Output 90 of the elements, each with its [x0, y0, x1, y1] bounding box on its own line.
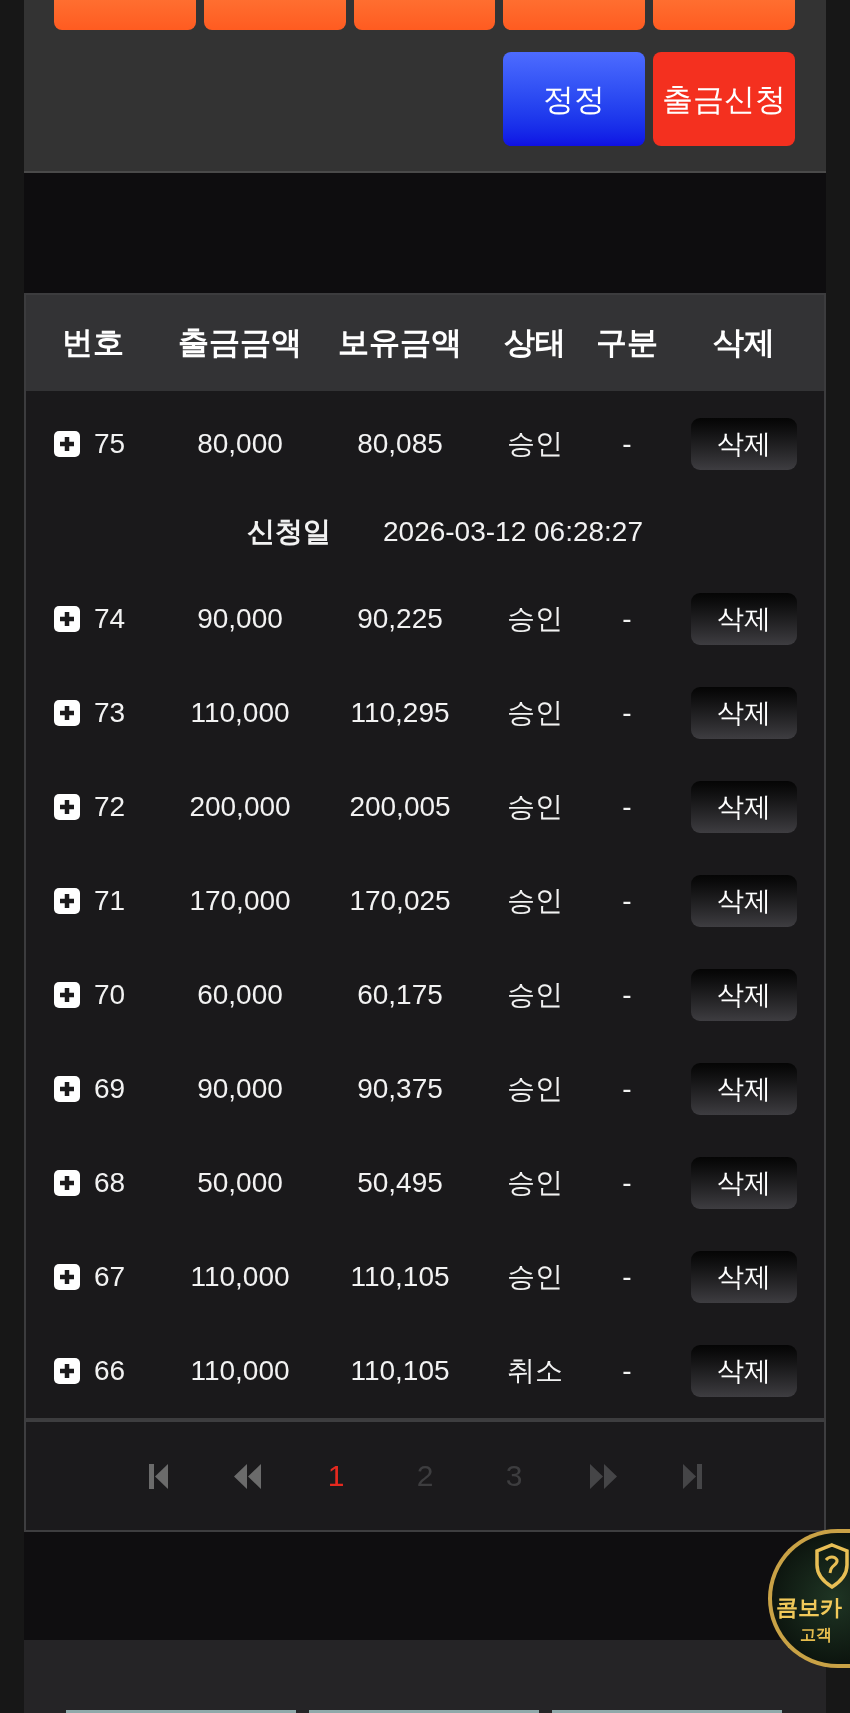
table-cell-text: 승인: [507, 1260, 563, 1294]
column-header: 번호: [61, 323, 125, 362]
expand-icon[interactable]: [54, 1170, 80, 1196]
table-cell-text: 90,000: [197, 602, 283, 636]
table-cell-text: -: [622, 978, 632, 1012]
table-cell-text: 74: [94, 602, 126, 636]
table-cell-text: 승인: [507, 884, 563, 918]
table-cell-text: 승인: [507, 696, 563, 730]
shield-icon: [815, 1543, 849, 1589]
expand-icon[interactable]: [54, 982, 80, 1008]
table-cell-text: 72: [94, 790, 126, 824]
expand-icon[interactable]: [54, 431, 80, 457]
skip-to-end-icon: [682, 1463, 702, 1489]
expand-icon[interactable]: [54, 888, 80, 914]
table-cell-text: 90,225: [357, 602, 443, 636]
table-cell-text: 110,105: [350, 1260, 450, 1294]
table-cell-text: 69: [94, 1072, 126, 1106]
table-cell-text: 승인: [507, 1166, 563, 1200]
table-cell-text: 200,000: [189, 790, 291, 824]
skip-to-start-icon: [148, 1463, 168, 1489]
table-cell-text: 170,025: [349, 884, 451, 918]
delete-button[interactable]: 삭제: [691, 687, 797, 739]
expand-icon[interactable]: [54, 700, 80, 726]
table-cell-text: -: [622, 1260, 632, 1294]
table-cell-text: 110,000: [190, 696, 290, 730]
expand-icon[interactable]: [54, 606, 80, 632]
column-header: 구분: [595, 323, 659, 362]
table-cell-text: -: [622, 1072, 632, 1106]
date-label: 신청일: [247, 514, 331, 549]
table-cell-text: 110,295: [350, 696, 450, 730]
table-cell-text: 67: [94, 1260, 126, 1294]
table-cell-text: 66: [94, 1354, 126, 1388]
table-cell-text: 71: [94, 884, 126, 918]
first-page-button[interactable]: [148, 1463, 168, 1489]
delete-button[interactable]: 삭제: [691, 1251, 797, 1303]
delete-button[interactable]: 삭제: [691, 969, 797, 1021]
expand-icon[interactable]: [54, 1264, 80, 1290]
delete-button[interactable]: 삭제: [691, 593, 797, 645]
table-cell-text: 110,000: [190, 1260, 290, 1294]
delete-button[interactable]: 삭제: [691, 1063, 797, 1115]
table-cell-text: 50,000: [197, 1166, 283, 1200]
table-cell-text: -: [622, 1166, 632, 1200]
previous-page-button[interactable]: [233, 1463, 261, 1489]
table-cell-text: -: [622, 427, 632, 461]
table-cell-text: 승인: [507, 790, 563, 824]
column-header: 상태: [503, 323, 567, 362]
column-header: 출금금액: [177, 323, 303, 362]
table-cell-text: 승인: [507, 427, 563, 461]
table-cell-text: 170,000: [189, 884, 291, 918]
delete-button[interactable]: 삭제: [691, 418, 797, 470]
page-link[interactable]: 1: [327, 1461, 345, 1491]
table-cell-text: 60,175: [357, 978, 443, 1012]
delete-button[interactable]: 삭제: [691, 875, 797, 927]
table-cell-text: 60,000: [197, 978, 283, 1012]
column-header: 삭제: [712, 323, 776, 362]
table-cell-text: 90,000: [197, 1072, 283, 1106]
table-cell-text: 50,495: [357, 1166, 443, 1200]
table-cell-text: 80,085: [357, 427, 443, 461]
delete-button[interactable]: 삭제: [691, 781, 797, 833]
badge-title: 콤보카: [776, 1597, 842, 1619]
correction-button[interactable]: 정정: [503, 52, 645, 146]
table-cell-text: 승인: [507, 978, 563, 1012]
table-cell-text: 200,005: [349, 790, 451, 824]
table-cell-text: -: [622, 696, 632, 730]
table-cell-text: 110,000: [190, 1354, 290, 1388]
table-cell-text: 승인: [507, 602, 563, 636]
date-value: 2026-03-12 06:28:27: [383, 514, 643, 549]
table-cell-text: -: [622, 602, 632, 636]
table-cell-text: 승인: [507, 1072, 563, 1106]
table-cell-text: -: [622, 1354, 632, 1388]
delete-button[interactable]: 삭제: [691, 1345, 797, 1397]
delete-button[interactable]: 삭제: [691, 1157, 797, 1209]
table-cell-text: 68: [94, 1166, 126, 1200]
table-cell-text: 110,105: [350, 1354, 450, 1388]
table-cell-text: 90,375: [357, 1072, 443, 1106]
expand-icon[interactable]: [54, 1358, 80, 1384]
table-cell-text: -: [622, 884, 632, 918]
table-cell-text: 70: [94, 978, 126, 1012]
withdraw-request-button[interactable]: 출금신청: [653, 52, 795, 146]
column-header: 보유금액: [337, 323, 463, 362]
fast-forward-icon: [589, 1463, 617, 1489]
table-cell-text: 73: [94, 696, 126, 730]
table-cell-text: -: [622, 790, 632, 824]
rewind-icon: [233, 1463, 261, 1489]
badge-subtitle: 고객: [800, 1627, 832, 1643]
table-cell-text: 75: [94, 427, 126, 461]
table-cell-text: 80,000: [197, 427, 283, 461]
expand-icon[interactable]: [54, 794, 80, 820]
expand-icon[interactable]: [54, 1076, 80, 1102]
table-cell-text: 취소: [507, 1354, 563, 1388]
